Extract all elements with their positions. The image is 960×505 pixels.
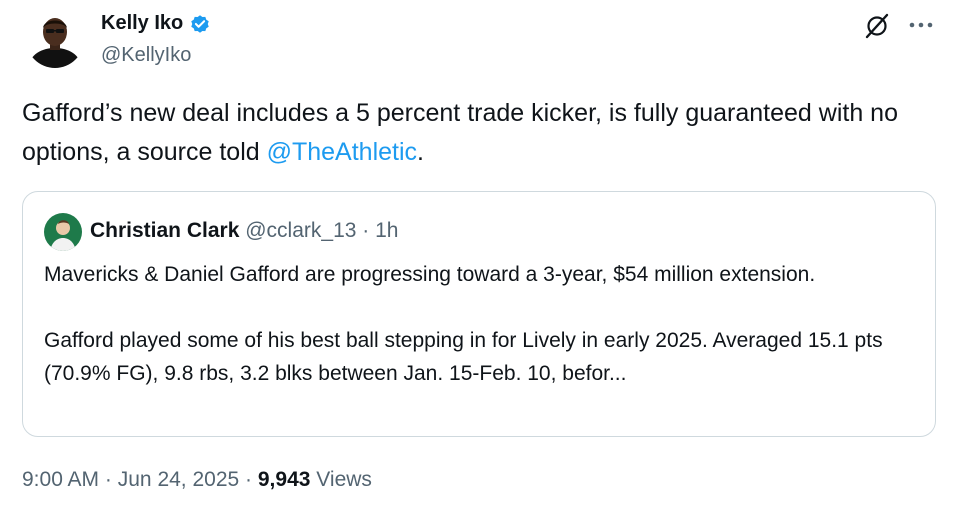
verified-badge-icon: [191, 14, 209, 33]
tweet-time[interactable]: 9:00 AM: [22, 468, 99, 491]
quoted-tweet[interactable]: Christian Clark @cclark_13 · 1h Maverick…: [22, 191, 936, 437]
author-handle[interactable]: @KellyIko: [101, 44, 191, 67]
quoted-separator: ·: [362, 219, 370, 242]
more-options-button[interactable]: [906, 14, 936, 36]
views-label[interactable]: Views: [316, 468, 372, 491]
quoted-author-name[interactable]: Christian Clark: [90, 219, 239, 242]
quoted-author-handle[interactable]: @cclark_13: [245, 219, 356, 242]
more-options-icon: [909, 22, 933, 28]
person-avatar-icon: [28, 18, 82, 68]
author-avatar[interactable]: [26, 10, 84, 68]
author-name[interactable]: Kelly Iko: [101, 12, 183, 35]
tweet-text-body: Gafford’s new deal includes a 5 percent …: [22, 99, 898, 166]
tweet-text: Gafford’s new deal includes a 5 percent …: [22, 94, 942, 172]
views-count[interactable]: 9,943: [258, 468, 311, 491]
quoted-paragraph-2: Gafford played some of his best ball ste…: [44, 329, 883, 385]
quoted-tweet-header: Christian Clark @cclark_13 · 1h: [90, 219, 398, 243]
quoted-paragraph-1: Mavericks & Daniel Gafford are progressi…: [44, 263, 816, 286]
person-avatar-icon: [44, 213, 82, 251]
tweet-meta: 9:00 AM · Jun 24, 2025 · 9,943 Views: [22, 468, 372, 492]
author-name-row[interactable]: Kelly Iko: [101, 12, 211, 35]
quoted-tweet-text: Mavericks & Daniel Gafford are progressi…: [44, 258, 924, 390]
grok-button[interactable]: [864, 13, 890, 39]
quoted-author-avatar[interactable]: [44, 213, 82, 251]
meta-separator: ·: [245, 468, 253, 491]
grok-icon: [865, 13, 889, 39]
meta-separator: ·: [104, 468, 112, 491]
quoted-timestamp[interactable]: 1h: [375, 219, 398, 242]
tweet-date[interactable]: Jun 24, 2025: [118, 468, 239, 491]
tweet-text-end: .: [417, 138, 424, 166]
mention-link[interactable]: @TheAthletic: [267, 138, 417, 166]
